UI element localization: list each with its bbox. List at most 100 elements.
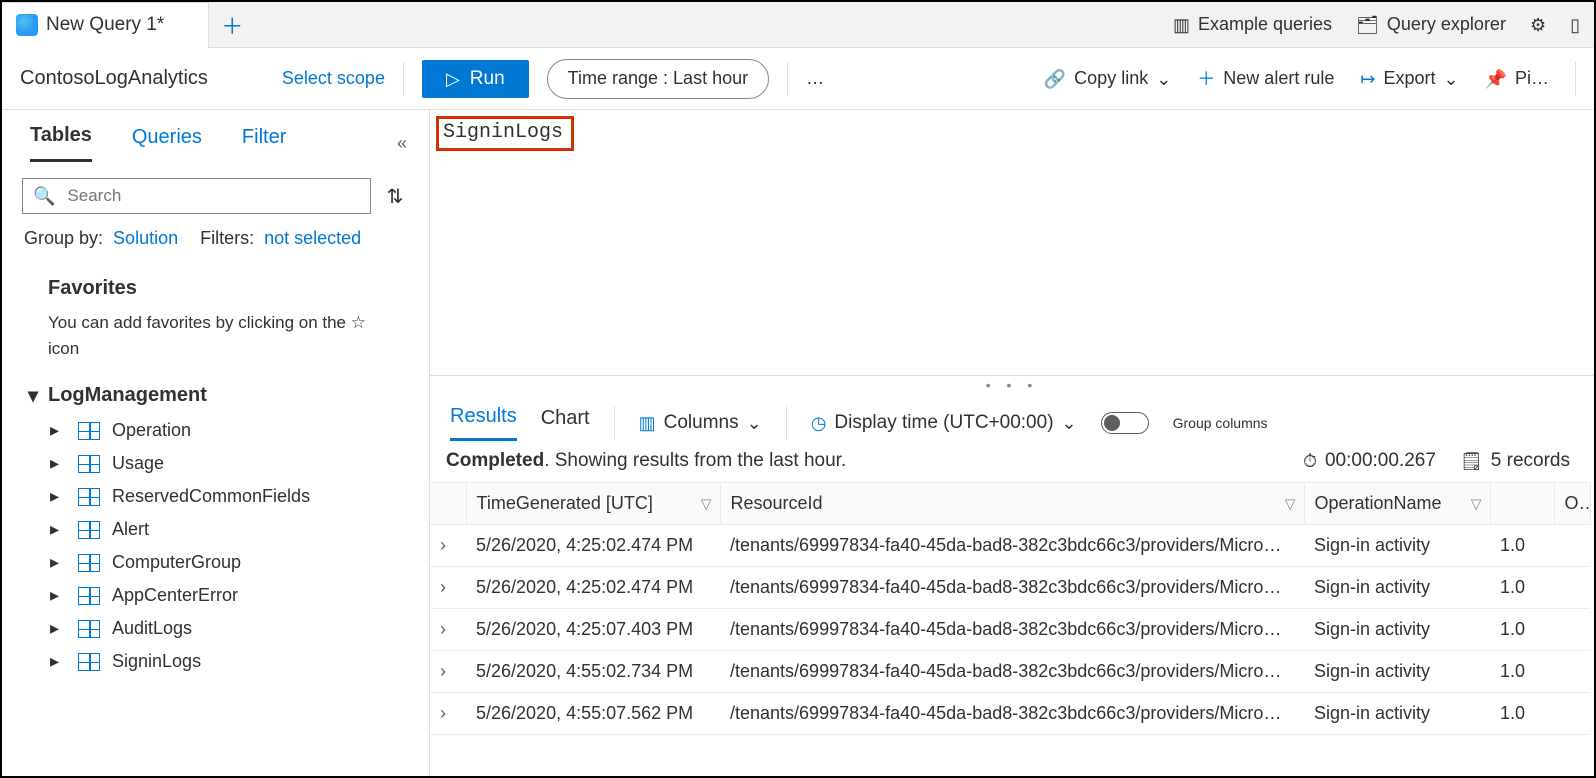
sidebar-search-input[interactable]: 🔍 <box>22 178 371 214</box>
query-explorer-button[interactable]: 🗂 Query explorer <box>1356 14 1506 35</box>
tree-item[interactable]: ▸ReservedCommonFields <box>28 480 419 513</box>
elapsed-time: ⏱ 00:00:00.267 <box>1303 450 1436 472</box>
records-icon: 🗒 <box>1460 452 1483 470</box>
cell-resource: /tenants/69997834-fa40-45da-bad8-382c3bd… <box>720 693 1304 735</box>
caret-right-icon: ▸ <box>50 420 66 441</box>
cell-version: 1.0 <box>1490 567 1554 609</box>
more-button[interactable]: … <box>806 68 824 89</box>
filter-icon[interactable]: ▽ <box>1471 495 1482 512</box>
group-columns-toggle[interactable] <box>1101 412 1149 434</box>
query-explorer-label: Query explorer <box>1387 14 1506 35</box>
tree-item-label: AuditLogs <box>112 618 192 639</box>
divider <box>614 406 615 440</box>
filter-icon[interactable]: ▽ <box>1285 495 1296 512</box>
tab-strip-right: ▥ Example queries 🗂 Query explorer ⚙ ▯ <box>1173 14 1594 35</box>
display-time-button[interactable]: ◷ Display time (UTC+00:00) ⌄ <box>811 412 1077 434</box>
run-button[interactable]: ▷ Run <box>422 60 529 98</box>
table-row[interactable]: ›5/26/2020, 4:25:02.474 PM/tenants/69997… <box>430 567 1590 609</box>
tree-item[interactable]: ▸Usage <box>28 447 419 480</box>
table-icon <box>78 488 100 506</box>
results-tab-chart[interactable]: Chart <box>541 407 590 440</box>
table-row[interactable]: ›5/26/2020, 4:25:02.474 PM/tenants/69997… <box>430 525 1590 567</box>
expand-row-button[interactable]: › <box>430 651 466 693</box>
sidebar-search-row: 🔍 ⇅ <box>2 162 429 222</box>
chevron-down-icon: ⌄ <box>747 414 762 432</box>
col-ope[interactable]: Ope <box>1554 483 1590 525</box>
table-icon <box>78 521 100 539</box>
display-time-label: Display time (UTC+00:00) <box>834 412 1053 434</box>
columns-button[interactable]: ▥ Columns ⌄ <box>639 412 762 434</box>
favorites-block: Favorites You can add favorites by click… <box>2 253 429 367</box>
table-row[interactable]: ›5/26/2020, 4:55:07.562 PM/tenants/69997… <box>430 693 1590 735</box>
groupby-value[interactable]: Solution <box>113 228 178 249</box>
cell-operation: Sign-in activity <box>1304 693 1490 735</box>
sort-button[interactable]: ⇅ <box>381 184 409 209</box>
select-scope-link[interactable]: Select scope <box>282 68 385 89</box>
tree-item[interactable]: ▸AuditLogs <box>28 612 419 645</box>
record-count: 🗒 5 records <box>1460 450 1570 472</box>
col-label: OperationName <box>1315 493 1442 513</box>
splitter-handle[interactable]: • • • <box>430 376 1594 394</box>
col-version[interactable] <box>1490 483 1554 525</box>
cell-ope <box>1554 609 1590 651</box>
time-range-label: Time range : <box>568 68 668 89</box>
collapse-sidebar-button[interactable]: « <box>397 133 407 154</box>
cell-operation: Sign-in activity <box>1304 651 1490 693</box>
col-resourceid[interactable]: ResourceId ▽ <box>720 483 1304 525</box>
table-row[interactable]: ›5/26/2020, 4:25:07.403 PM/tenants/69997… <box>430 609 1590 651</box>
tree-item-label: Usage <box>112 453 164 474</box>
favorites-title: Favorites <box>48 277 399 300</box>
expand-row-button[interactable]: › <box>430 567 466 609</box>
groupby-label: Group by: <box>24 228 103 249</box>
stopwatch-icon: ⏱ <box>1303 452 1317 470</box>
table-icon <box>78 554 100 572</box>
export-icon: ↦ <box>1360 70 1375 88</box>
new-alert-button[interactable]: ＋ New alert rule <box>1197 68 1334 89</box>
tree-item[interactable]: ▸Alert <box>28 513 419 546</box>
tree-item-label: AppCenterError <box>112 585 238 606</box>
favorites-desc: You can add favorites by clicking on the… <box>48 310 368 361</box>
filters-value[interactable]: not selected <box>264 228 361 249</box>
export-button[interactable]: ↦ Export ⌄ <box>1360 68 1458 89</box>
sidebar-tab-queries[interactable]: Queries <box>132 126 202 161</box>
tab-active-query[interactable]: New Query 1* <box>2 2 209 48</box>
col-operationname[interactable]: OperationName ▽ <box>1304 483 1490 525</box>
results-tab-results[interactable]: Results <box>450 405 517 441</box>
sidebar-tab-tables[interactable]: Tables <box>30 124 92 162</box>
copy-link-button[interactable]: 🔗 Copy link ⌄ <box>1044 68 1172 89</box>
columns-icon: ▥ <box>639 414 656 432</box>
tree-group-logmanagement[interactable]: ▾ LogManagement <box>28 383 419 408</box>
main: Tables Queries Filter « 🔍 ⇅ Group by: So… <box>2 110 1594 776</box>
query-editor[interactable]: SigninLogs <box>430 110 1594 376</box>
expand-row-button[interactable]: › <box>430 609 466 651</box>
pin-button[interactable]: 📌 Pi… <box>1485 68 1549 89</box>
cell-ope <box>1554 693 1590 735</box>
tree-item[interactable]: ▸SigninLogs <box>28 645 419 678</box>
tree-item[interactable]: ▸Operation <box>28 414 419 447</box>
col-timegenerated[interactable]: TimeGenerated [UTC] ▽ <box>466 483 720 525</box>
tree-item[interactable]: ▸AppCenterError <box>28 579 419 612</box>
status-message: . Showing results from the last hour. <box>544 450 846 471</box>
help-book-icon[interactable]: ▯ <box>1570 16 1580 34</box>
col-expand <box>430 483 466 525</box>
cell-time: 5/26/2020, 4:25:02.474 PM <box>466 567 720 609</box>
caret-right-icon: ▸ <box>50 552 66 573</box>
tree-item-label: ReservedCommonFields <box>112 486 310 507</box>
sidebar-search-field[interactable] <box>65 185 360 207</box>
table-row[interactable]: ›5/26/2020, 4:55:02.734 PM/tenants/69997… <box>430 651 1590 693</box>
elapsed-value: 00:00:00.267 <box>1325 450 1436 472</box>
table-icon <box>78 422 100 440</box>
expand-row-button[interactable]: › <box>430 525 466 567</box>
example-queries-button[interactable]: ▥ Example queries <box>1173 14 1332 35</box>
table-icon <box>78 653 100 671</box>
new-tab-button[interactable]: ＋ <box>209 9 255 41</box>
tree-item[interactable]: ▸ComputerGroup <box>28 546 419 579</box>
time-range-pill[interactable]: Time range : Last hour <box>547 59 769 99</box>
expand-row-button[interactable]: › <box>430 693 466 735</box>
filter-icon[interactable]: ▽ <box>701 495 712 512</box>
settings-button[interactable]: ⚙ <box>1530 16 1546 34</box>
results-table-wrap: TimeGenerated [UTC] ▽ ResourceId ▽ Opera… <box>430 482 1594 776</box>
caret-right-icon: ▸ <box>50 519 66 540</box>
sidebar: Tables Queries Filter « 🔍 ⇅ Group by: So… <box>2 110 430 776</box>
sidebar-tab-filter[interactable]: Filter <box>242 126 286 161</box>
